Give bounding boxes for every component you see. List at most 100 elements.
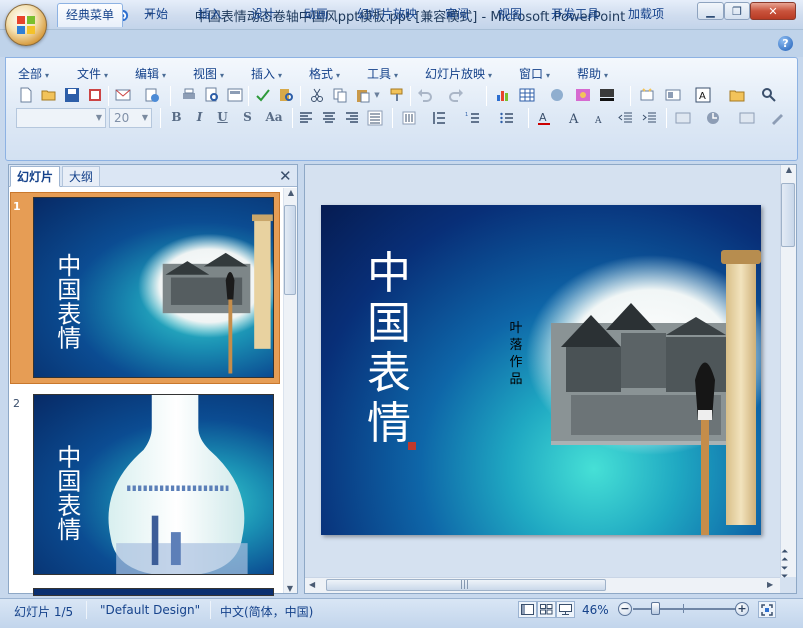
language-indicator[interactable]: 中文(简体，中国) <box>220 603 313 620</box>
research-button[interactable] <box>277 86 295 104</box>
text-direction-button[interactable] <box>400 109 418 127</box>
underline-button[interactable]: U <box>213 108 232 127</box>
font-size-select[interactable]: 20 ▼ <box>109 108 152 128</box>
textbox-button[interactable]: A <box>694 86 712 104</box>
justify-button[interactable] <box>366 109 384 127</box>
zoom-slider-thumb[interactable] <box>651 602 660 615</box>
draw-button[interactable] <box>768 109 786 127</box>
new-slide-button[interactable] <box>638 86 656 104</box>
menu-tools[interactable]: 工具 ▾ <box>367 65 398 81</box>
maximize-button[interactable]: ❐ <box>724 2 750 20</box>
menu-all[interactable]: 全部 ▾ <box>18 65 49 81</box>
slide-thumbnail-1[interactable]: 中国表情 <box>33 197 274 378</box>
font-color-button[interactable]: A <box>535 109 553 127</box>
animation-button[interactable] <box>704 109 722 127</box>
menu-view[interactable]: 视图 ▾ <box>193 65 224 81</box>
menu-edit[interactable]: 编辑 ▾ <box>135 65 166 81</box>
italic-button[interactable]: I <box>190 108 209 127</box>
close-pane-icon[interactable]: ✕ <box>279 167 292 185</box>
scroll-left-icon[interactable]: ◀ <box>309 580 315 589</box>
menu-window[interactable]: 窗口 ▾ <box>519 65 550 81</box>
paste-dropdown[interactable]: ▼ <box>372 86 382 104</box>
tab-view[interactable]: 视图 <box>490 3 530 27</box>
bullets-button[interactable] <box>498 109 516 127</box>
insert-chart-button[interactable] <box>494 86 512 104</box>
open-folder-button[interactable] <box>728 86 746 104</box>
tab-slide-show[interactable]: 幻灯片放映 <box>349 3 425 27</box>
tab-animations[interactable]: 动画 <box>296 3 336 27</box>
help-icon[interactable]: ? <box>778 36 793 51</box>
next-slide-icon[interactable]: ⏷ ⏷ <box>781 565 788 582</box>
format-painter-button[interactable] <box>388 86 406 104</box>
align-left-button[interactable] <box>297 109 315 127</box>
tab-classic-menu[interactable]: 经典菜单 <box>57 3 124 27</box>
menu-format[interactable]: 格式 ▾ <box>309 65 340 81</box>
cut-button[interactable] <box>308 86 326 104</box>
align-center-button[interactable] <box>320 109 338 127</box>
minimize-button[interactable]: ▁ <box>697 2 724 20</box>
decrease-indent-button[interactable] <box>617 109 635 127</box>
slide-layout-button[interactable] <box>226 86 244 104</box>
menu-help[interactable]: 帮助 ▾ <box>577 65 608 81</box>
undo-toolbar-button[interactable] <box>416 86 434 104</box>
design-button[interactable] <box>674 109 692 127</box>
shadow-button[interactable]: S <box>238 108 257 127</box>
scroll-right-icon[interactable]: ▶ <box>767 580 773 589</box>
normal-view-button[interactable] <box>518 601 537 618</box>
tab-developer[interactable]: 开发工具 <box>543 3 607 27</box>
scroll-up-icon[interactable]: ▲ <box>284 188 298 197</box>
paste-button[interactable] <box>354 86 372 104</box>
publish-button[interactable] <box>143 86 161 104</box>
slide-thumbnail-3[interactable] <box>33 588 274 596</box>
font-family-select[interactable]: ▼ <box>16 108 106 128</box>
align-right-button[interactable] <box>343 109 361 127</box>
zoom-slider-track[interactable] <box>633 608 737 610</box>
menu-file[interactable]: 文件 ▾ <box>77 65 108 81</box>
zoom-out-icon[interactable]: − <box>618 602 632 616</box>
zoom-button[interactable] <box>760 86 778 104</box>
tab-review[interactable]: 审阅 <box>437 3 477 27</box>
decrease-font-button[interactable]: A <box>591 109 609 127</box>
increase-indent-button[interactable] <box>641 109 659 127</box>
fit-to-window-button[interactable] <box>758 601 776 618</box>
picture-button[interactable] <box>574 86 592 104</box>
tab-design[interactable]: 设计 <box>243 3 283 27</box>
spelling-button[interactable] <box>254 86 272 104</box>
menu-insert[interactable]: 插入 ▾ <box>251 65 282 81</box>
editor-vertical-scroll-thumb[interactable] <box>781 183 795 247</box>
close-button[interactable]: ✕ <box>750 2 796 20</box>
office-button[interactable] <box>5 4 47 46</box>
new-button[interactable] <box>17 86 35 104</box>
insert-table-button[interactable] <box>518 86 536 104</box>
tab-outline[interactable]: 大纲 <box>62 166 101 187</box>
print-button[interactable] <box>180 86 198 104</box>
slide-sorter-view-button[interactable] <box>537 601 556 618</box>
scroll-down-icon[interactable]: ▼ <box>283 584 297 593</box>
slide-show-view-button[interactable] <box>556 601 575 618</box>
tab-slides[interactable]: 幻灯片 <box>10 166 61 187</box>
increase-font-button[interactable]: A <box>567 109 585 127</box>
line-spacing-button[interactable] <box>430 109 448 127</box>
slides-scroll-thumb[interactable] <box>284 205 296 295</box>
clip-art-button[interactable] <box>548 86 566 104</box>
zoom-level[interactable]: 46% <box>582 603 609 617</box>
permission-button[interactable] <box>86 86 104 104</box>
slide-thumbnail-2[interactable]: 中国表情 <box>33 394 274 575</box>
color-scheme-button[interactable] <box>598 86 616 104</box>
tab-home[interactable]: 开始 <box>136 3 176 27</box>
scroll-up-icon[interactable]: ▲ <box>781 165 797 174</box>
editor-horizontal-scroll-thumb[interactable]: ||| <box>326 579 606 591</box>
redo-toolbar-button[interactable] <box>447 86 465 104</box>
slide-design-button[interactable] <box>664 86 682 104</box>
previous-slide-icon[interactable]: ⏶ ⏶ <box>781 548 788 565</box>
print-preview-button[interactable] <box>203 86 221 104</box>
menu-slide-show[interactable]: 幻灯片放映 ▾ <box>425 65 492 81</box>
zoom-in-icon[interactable]: + <box>735 602 749 616</box>
open-button[interactable] <box>40 86 58 104</box>
change-case-button[interactable]: Aa <box>261 108 287 127</box>
email-button[interactable] <box>114 86 132 104</box>
numbering-button[interactable]: 1 <box>464 109 482 127</box>
transition-button[interactable] <box>738 109 756 127</box>
tab-insert[interactable]: 插入 <box>190 3 230 27</box>
save-toolbar-button[interactable] <box>63 86 81 104</box>
